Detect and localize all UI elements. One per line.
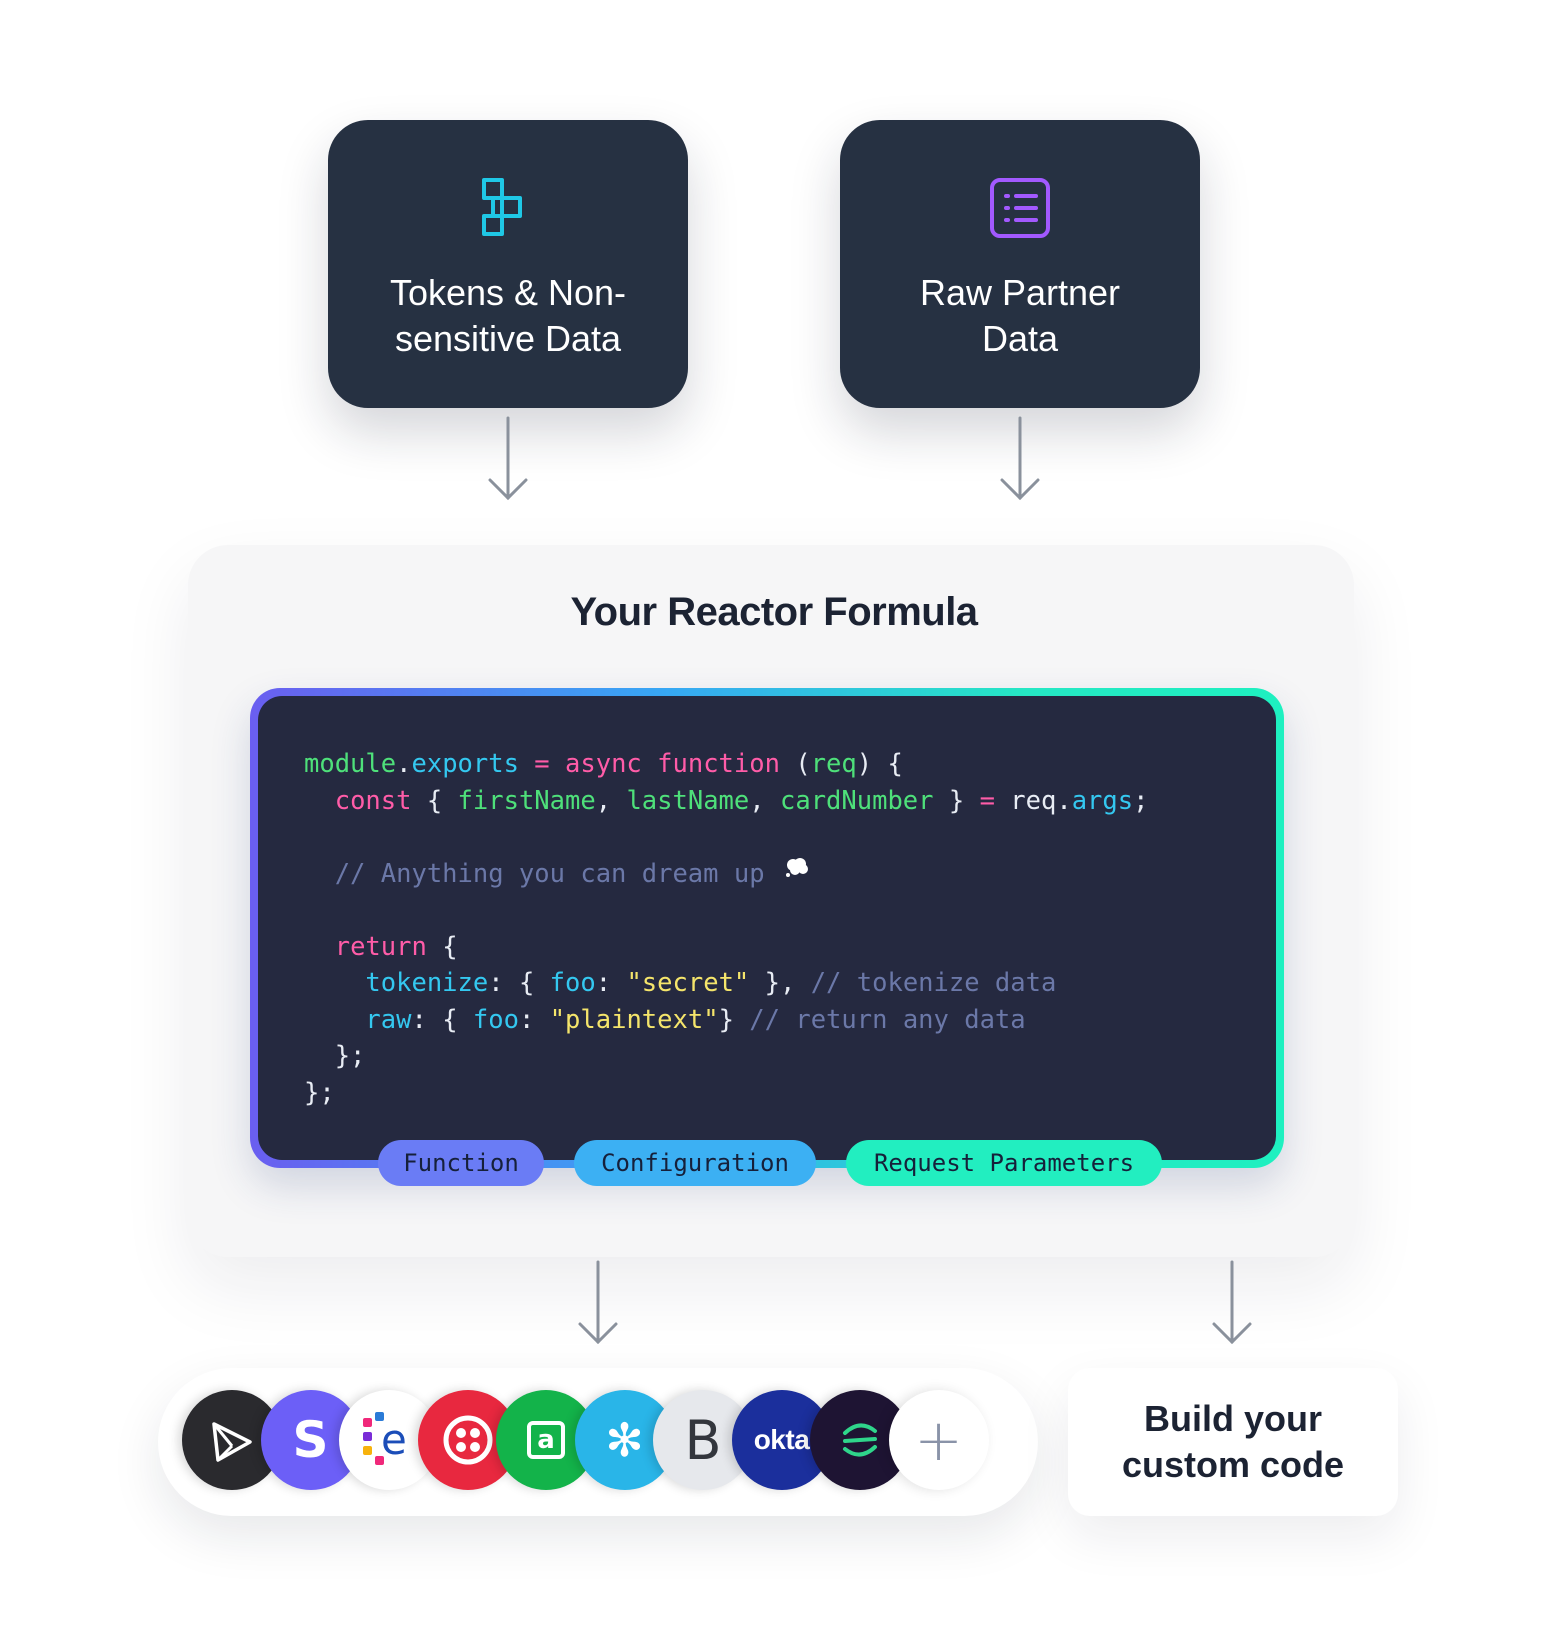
thought-bubble-icon: [785, 857, 808, 877]
code-token: async: [565, 749, 642, 779]
code-token: tokenize: [365, 968, 489, 998]
code-token: args: [1071, 785, 1134, 816]
tag-request-parameters: Request Parameters: [846, 1140, 1162, 1186]
code-token: ,: [595, 785, 627, 816]
custom-code-label: Build your custom code: [1121, 1398, 1345, 1485]
code-token: raw: [365, 1004, 412, 1035]
code-token: exports: [411, 749, 519, 779]
tokens-card: Tokens & Non-sensitive Data: [328, 120, 688, 408]
code-token: // return any data: [749, 1004, 1026, 1035]
code-token: // tokenize data: [810, 968, 1057, 998]
code-token: (: [779, 749, 811, 779]
code-token: // Anything you can dream up: [304, 858, 780, 889]
tag-function: Function: [378, 1140, 544, 1186]
code-token: ) {: [856, 749, 903, 779]
arrow-down-icon: [1000, 416, 1040, 501]
code-token: return: [334, 931, 427, 962]
raw-partner-card-title: Raw Partner Data: [919, 272, 1121, 359]
code-line: };: [304, 1038, 1276, 1075]
more-logo: +: [888, 1390, 989, 1490]
elastic-letter: e: [381, 1415, 407, 1464]
code-token: },: [749, 968, 811, 998]
code-token: foo: [472, 1004, 519, 1035]
code-token: foo: [549, 968, 596, 998]
code-token: : {: [411, 1004, 473, 1035]
code-line: const { firstName, lastName, cardNumber …: [304, 783, 1276, 820]
code-token: "plaintext": [549, 1004, 719, 1035]
code-token: firstName: [457, 785, 596, 816]
code-token: req: [810, 749, 857, 779]
code-token: =: [979, 785, 995, 816]
code-token: :: [595, 968, 627, 998]
code-token: };: [304, 1077, 335, 1108]
code-token: =: [518, 749, 566, 779]
code-token: module: [304, 749, 397, 779]
tokens-card-title: Tokens & Non-sensitive Data: [389, 272, 627, 359]
code-token: ,: [749, 785, 780, 816]
arrow-down-icon: [1212, 1260, 1252, 1345]
code-token: function: [657, 749, 780, 779]
code-line: return {: [304, 929, 1276, 966]
code-token: };: [304, 1041, 366, 1071]
code-token: req.: [994, 785, 1072, 816]
raw-partner-card: Raw Partner Data: [840, 120, 1200, 408]
arrow-down-icon: [488, 416, 528, 501]
proxy-icon: [482, 178, 522, 236]
code-line: raw: { foo: "plaintext"} // return any d…: [304, 1002, 1276, 1039]
code-token: .: [396, 749, 412, 779]
code-token: lastName: [626, 785, 750, 816]
code-editor-frame: module.exports = async function (req) { …: [250, 688, 1284, 1168]
code-line: };: [304, 1075, 1276, 1112]
code-token: {: [411, 785, 458, 816]
code-block: module.exports = async function (req) { …: [258, 696, 1276, 1160]
formula-title: Your Reactor Formula: [570, 590, 978, 634]
code-token: ;: [1133, 785, 1149, 816]
code-token: : {: [488, 968, 550, 998]
code-token: cardNumber: [779, 785, 934, 816]
code-line: // Anything you can dream up: [304, 856, 1276, 893]
code-token: }: [718, 1004, 750, 1035]
code-line: tokenize: { foo: "secret" }, // tokenize…: [304, 965, 1276, 1002]
code-token: "secret": [626, 968, 750, 998]
list-icon: [990, 178, 1050, 238]
code-token: {: [426, 931, 458, 962]
code-token: const: [334, 785, 412, 816]
code-line: module.exports = async function (req) {: [304, 746, 1276, 783]
code-token: }: [933, 785, 980, 816]
arrow-down-icon: [578, 1260, 618, 1345]
tag-configuration: Configuration: [574, 1140, 816, 1186]
code-token: :: [518, 1004, 550, 1035]
